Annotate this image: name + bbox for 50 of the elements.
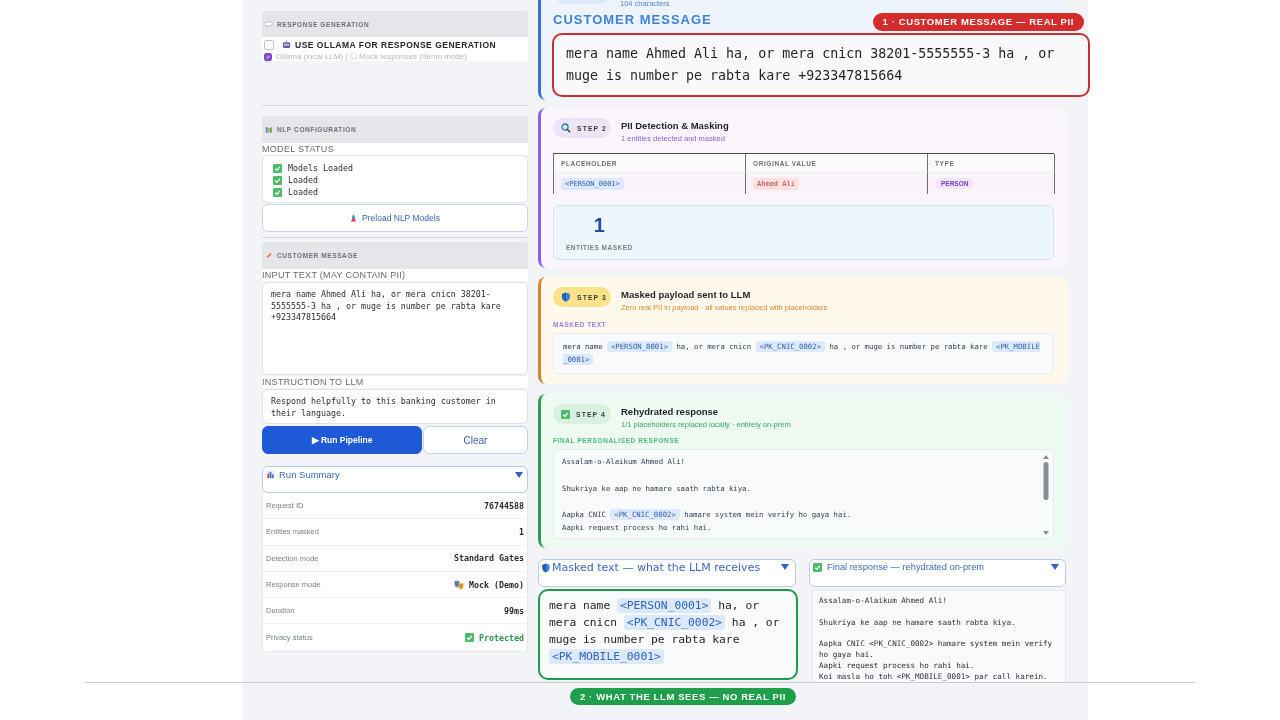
checkbox[interactable]	[264, 39, 274, 50]
shield-icon	[542, 563, 550, 573]
step-title: Masked payload sent to LLM	[621, 289, 752, 300]
checked-box-icon	[465, 633, 475, 643]
shield-icon	[561, 292, 571, 302]
checked-box-icon	[813, 563, 822, 572]
masked-text-box: mera name <PERSON_0001> ha, or mera cnicn <PK_CNIC_0002> ha , or muge is number pe rabta kare <PK_MOBILE_0001>	[538, 589, 798, 680]
robot-icon	[282, 40, 291, 49]
accordion-header[interactable]: Masked text — what the LLM receives	[538, 559, 796, 587]
caret-icon	[781, 564, 789, 570]
clear-button[interactable]: Clear	[423, 426, 528, 454]
summary-value: Standard Gates	[454, 553, 524, 564]
summary-value: Protected	[479, 632, 524, 643]
option-label: USE OLLAMA FOR RESPONSE GENERATION	[295, 39, 497, 50]
accordion-header[interactable]: Final response — rehydrated on-prem	[809, 559, 1066, 587]
instruction-field[interactable]: Respond helpfully to this banking customer in their language.	[262, 389, 528, 424]
step-title: Rehydrated response	[621, 406, 720, 417]
model-status-text: Loaded	[288, 175, 318, 185]
annotation-label: 1 · CUSTOMER MESSAGE — REAL PII	[872, 13, 1084, 31]
step-title: PII Detection & Masking	[621, 120, 729, 131]
speech-bubble-icon	[265, 20, 273, 28]
run-pipeline-button[interactable]: ▶ Run Pipeline	[262, 426, 422, 454]
run-summary-header[interactable]: Run Summary	[262, 466, 528, 493]
summary-value: Mock (Demo)	[469, 579, 524, 590]
summary-value: 99ms	[504, 605, 524, 616]
caret-icon	[515, 472, 523, 478]
caret-icon	[1051, 564, 1059, 570]
field-label: MODEL STATUS	[262, 143, 528, 155]
customer-message-text: mera name Ahmed Ali ha, or mera cnicn 38201-5555555-3 ha , or muge is number pe rabta kare +923347815664	[552, 33, 1090, 97]
pencil-icon	[265, 252, 273, 259]
bar-chart-icon	[266, 470, 275, 479]
field-label: INSTRUCTION TO LLM	[262, 376, 528, 388]
step-heading: CUSTOMER MESSAGE	[553, 12, 712, 28]
checked-box-icon	[561, 409, 570, 419]
model-status-text: Models Loaded	[288, 163, 353, 173]
books-icon	[265, 126, 273, 133]
summary-value: 76744588	[484, 500, 524, 511]
annotation-label: 2 · WHAT THE LLM SEES — NO REAL PII	[570, 688, 796, 705]
model-status-text: Loaded	[288, 187, 318, 197]
checkbox[interactable]	[264, 52, 272, 61]
rocket-icon	[350, 213, 358, 223]
scrollbar[interactable]	[1042, 453, 1050, 537]
preload-button[interactable]: Preload NLP Models	[262, 204, 528, 232]
mode-label: Ollama (local LLM) | ☐ Mock responses (demo mode)	[276, 52, 467, 61]
summary-value: 1	[519, 526, 524, 537]
field-label: INPUT TEXT (MAY CONTAIN PII)	[262, 269, 528, 281]
masks-icon	[454, 579, 465, 590]
search-icon	[561, 123, 571, 133]
stat-value: 1	[593, 213, 605, 236]
input-text-field[interactable]: mera name Ahmed Ali ha, or mera cnicn 38201-5555555-3 ha , or muge is number pe rabta kare +923347815664	[262, 282, 528, 375]
